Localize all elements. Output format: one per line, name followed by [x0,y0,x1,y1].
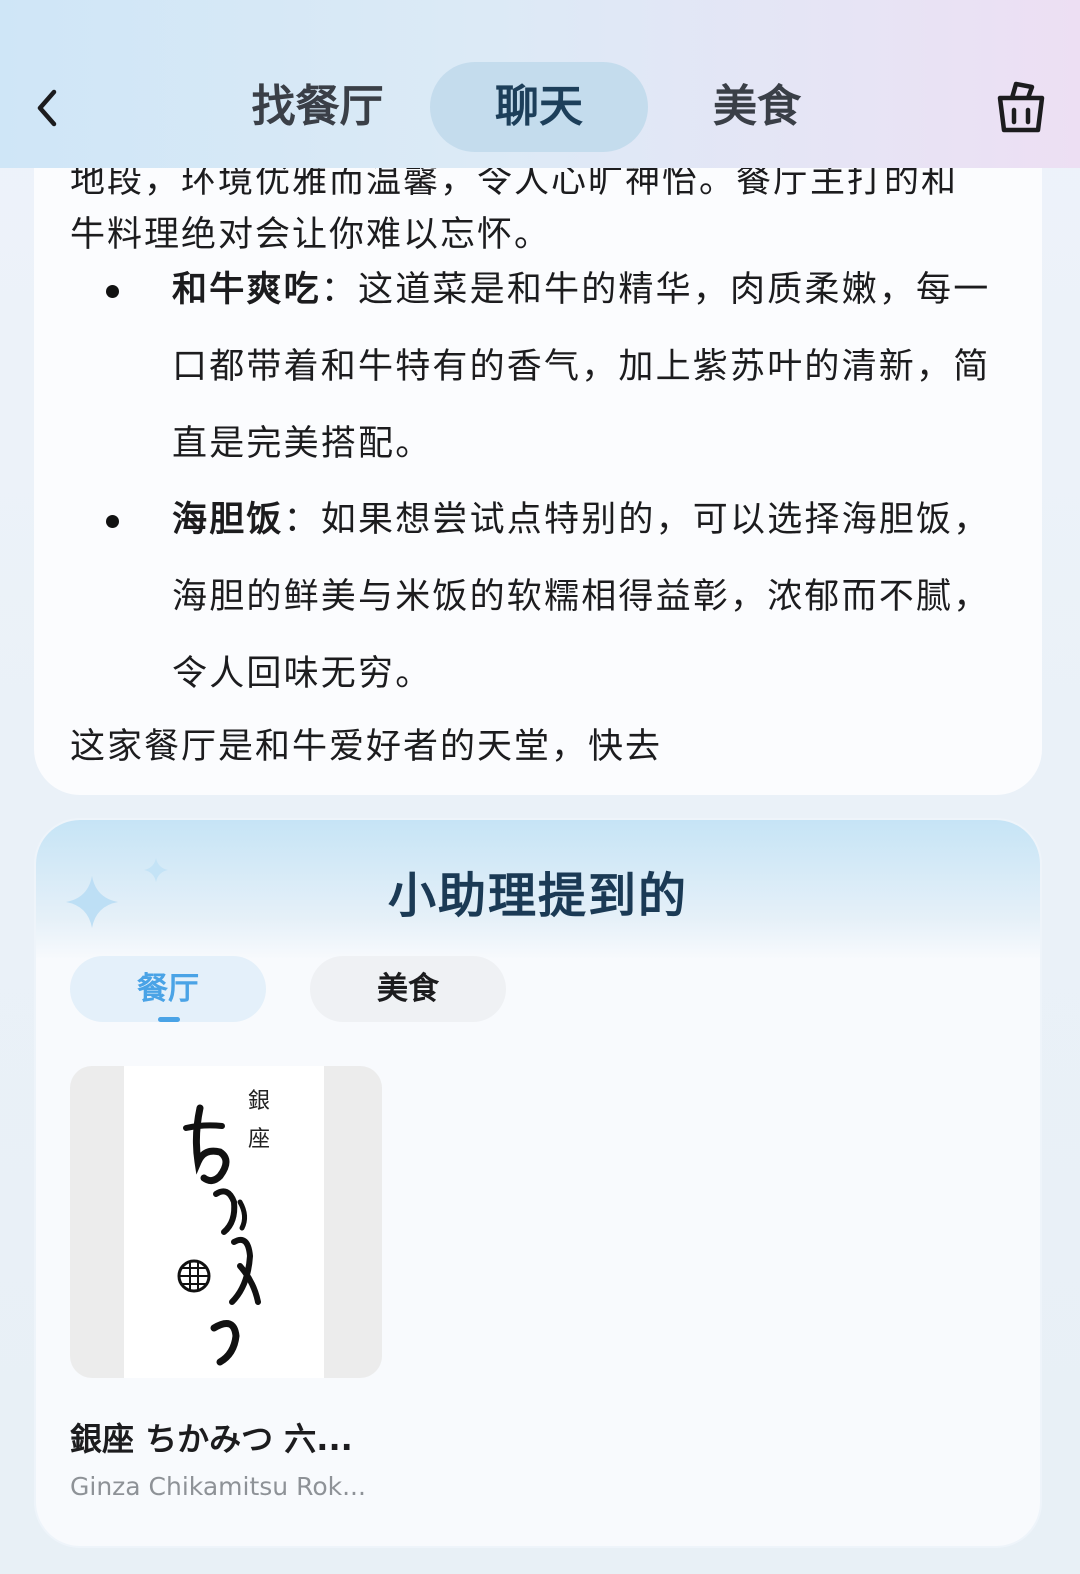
list-item: 海胆饭：如果想尝试点特别的，可以选择海胆饭，海胆的鲜美与米饭的软糯相得益彰，浓郁… [106,482,996,713]
tab-food[interactable]: 美食 [648,62,866,152]
restaurant-name[interactable]: 銀座 ちかみつ 六... [70,1414,353,1460]
chat-closing-line: 这家餐厅是和牛爱好者的天堂，快去 [70,727,663,767]
svg-text:銀: 銀 [248,1089,270,1114]
chat-message-card: 地段，环境优雅而温馨，令人心旷神怡。餐厅主打的和 牛料理绝对会让你难以忘怀。 和… [34,100,1042,795]
pill-restaurant[interactable]: 餐厅 [70,956,266,1022]
active-pill-indicator [158,1017,180,1022]
tab-find-restaurant[interactable]: 找餐厅 [210,62,425,152]
bullet-body: ：如果想尝试点特别的，可以选择海胆饭，海胆的鲜美与米饭的软糯相得益彰，浓郁而不腻… [172,500,991,694]
list-item: 和牛爽吃：这道菜是和牛的精华，肉质柔嫩，每一口都带着和牛特有的香气，加上紫苏叶的… [106,252,996,483]
restaurant-subtitle: Ginza Chikamitsu Rok... [70,1472,366,1501]
back-chevron-icon[interactable] [30,80,70,136]
pill-food[interactable]: 美食 [310,956,506,1022]
nav-tabs: 找餐厅 聊天 美食 [210,62,870,152]
chat-line: 牛料理绝对会让你难以忘怀。 [70,215,552,255]
bullet-dot [106,285,119,298]
basket-icon[interactable] [992,78,1050,136]
assistant-mentions-card: 小助理提到的 餐厅 美食 銀 座 銀座 ちかみつ 六... Ginza Chik… [34,818,1042,1548]
restaurant-logo: 銀 座 [177,1089,270,1366]
assistant-card-title: 小助理提到的 [387,868,688,924]
bullet-title: 海胆饭 [172,500,284,540]
top-nav-bar: 找餐厅 聊天 美食 [0,0,1080,168]
tab-chat[interactable]: 聊天 [430,62,648,152]
bullet-dot [106,515,119,528]
svg-text:座: 座 [248,1127,270,1152]
restaurant-thumbnail[interactable]: 銀 座 [70,1066,382,1378]
bullet-title: 和牛爽吃 [172,270,321,310]
